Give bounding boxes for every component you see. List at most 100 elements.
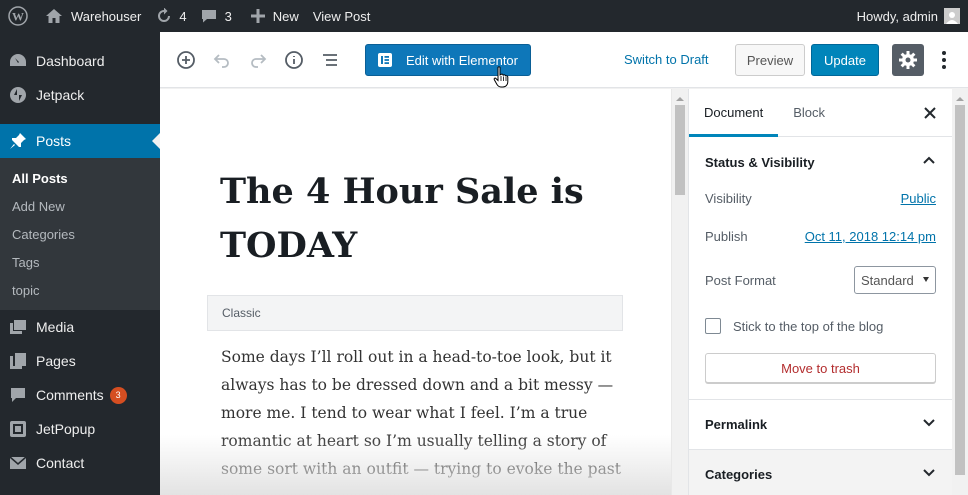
- close-panel-button[interactable]: [922, 105, 938, 121]
- sidebar-item-comments[interactable]: Comments 3: [0, 378, 160, 412]
- sidebar-item-dashboard[interactable]: Dashboard: [0, 44, 160, 78]
- categories-title: Categories: [705, 467, 773, 482]
- new-label: New: [272, 8, 299, 24]
- chevron-down-icon: [923, 469, 935, 477]
- tab-document[interactable]: Document: [689, 89, 779, 137]
- visibility-row: Visibility Public: [689, 185, 952, 211]
- classic-block-toolbar[interactable]: Classic: [207, 295, 623, 331]
- close-icon: [924, 107, 936, 119]
- avatar: [944, 8, 960, 24]
- updates-count: 4: [179, 8, 187, 24]
- settings-sidebar: Document Block Status & Visibility Visib…: [688, 89, 952, 495]
- sidebar-item-contact[interactable]: Contact: [0, 446, 160, 480]
- post-title[interactable]: The 4 Hour Sale is TODAY: [220, 165, 640, 273]
- publish-date-link[interactable]: Oct 11, 2018 12:14 pm: [805, 229, 936, 244]
- admin-sidebar: Dashboard Jetpack Posts All Posts Add Ne…: [0, 32, 160, 495]
- sidebar-item-label: Posts: [36, 133, 72, 149]
- update-button[interactable]: Update: [811, 44, 879, 76]
- scrollbar-thumb[interactable]: [955, 105, 965, 475]
- chevron-up-icon: [923, 156, 935, 164]
- editor-toolbar: Edit with Elementor Switch to Draft Prev…: [160, 32, 968, 88]
- status-visibility-header[interactable]: Status & Visibility: [689, 137, 952, 187]
- gear-icon: [899, 51, 917, 69]
- undo-button[interactable]: [204, 42, 240, 78]
- status-visibility-title: Status & Visibility: [705, 154, 815, 170]
- submenu-add-new[interactable]: Add New: [0, 192, 160, 220]
- media-icon: [8, 317, 28, 337]
- refresh-icon: [158, 8, 171, 22]
- comment-bubble-icon: [201, 10, 216, 23]
- sidebar-item-label: Media: [36, 319, 75, 335]
- jetpopup-icon: [8, 419, 28, 439]
- post-format-row: Post Format Standard: [689, 261, 952, 299]
- visibility-label: Visibility: [705, 190, 752, 206]
- account-menu[interactable]: Howdy, admin: [857, 8, 968, 24]
- pages-icon: [8, 351, 28, 371]
- scroll-up-arrow-icon[interactable]: [676, 93, 684, 101]
- permalink-header[interactable]: Permalink: [689, 400, 952, 450]
- panel-tabs: Document Block: [689, 89, 952, 137]
- classic-label: Classic: [222, 306, 261, 320]
- site-name-link[interactable]: Warehouser: [38, 0, 148, 32]
- sidebar-item-media[interactable]: Media: [0, 310, 160, 344]
- plus-icon: [250, 9, 265, 23]
- content-info-button[interactable]: [276, 42, 312, 78]
- move-to-trash-button[interactable]: Move to trash: [705, 353, 936, 383]
- view-post-link[interactable]: View Post: [306, 0, 378, 32]
- redo-button[interactable]: [240, 42, 276, 78]
- editor-content: The 4 Hour Sale is TODAY Classic Some da…: [160, 89, 671, 495]
- scroll-up-arrow-icon[interactable]: [956, 93, 964, 101]
- jetpack-icon: [8, 85, 28, 105]
- bottom-fade: [160, 435, 671, 495]
- home-icon: [46, 9, 62, 23]
- settings-button[interactable]: [892, 44, 924, 76]
- preview-button[interactable]: Preview: [735, 44, 805, 76]
- info-icon: [285, 50, 303, 69]
- sidebar-item-label: Comments: [36, 387, 104, 403]
- site-name: Warehouser: [71, 8, 142, 24]
- mail-icon: [8, 453, 28, 473]
- sticky-label: Stick to the top of the blog: [733, 318, 884, 334]
- scrollbar-thumb[interactable]: [675, 105, 685, 195]
- updates-link[interactable]: 4: [148, 0, 193, 32]
- submenu-categories[interactable]: Categories: [0, 220, 160, 248]
- sidebar-item-jetpack[interactable]: Jetpack: [0, 78, 160, 112]
- sidebar-item-posts[interactable]: Posts: [0, 124, 160, 158]
- block-navigation-button[interactable]: [312, 42, 348, 78]
- wordpress-logo-icon[interactable]: W: [0, 0, 38, 32]
- plus-circle-icon: [177, 50, 195, 69]
- submenu-all-posts[interactable]: All Posts: [0, 164, 160, 192]
- publish-label: Publish: [705, 228, 748, 244]
- sidebar-item-label: Pages: [36, 353, 76, 369]
- submenu-topic[interactable]: topic: [0, 276, 160, 304]
- vertical-ellipsis-icon: [942, 51, 946, 69]
- panel-scrollbar[interactable]: [952, 89, 968, 495]
- publish-row: Publish Oct 11, 2018 12:14 pm: [689, 211, 952, 261]
- sidebar-item-label: Jetpack: [36, 87, 85, 103]
- sticky-checkbox[interactable]: [705, 318, 721, 334]
- add-block-button[interactable]: [168, 42, 204, 78]
- permalink-title: Permalink: [705, 417, 768, 432]
- comments-badge: 3: [109, 386, 127, 404]
- post-format-value: Standard: [861, 272, 914, 288]
- howdy-label: Howdy, admin: [856, 8, 938, 24]
- hand-cursor-icon: [493, 66, 509, 88]
- comments-link[interactable]: 3: [194, 0, 239, 32]
- comments-icon: [8, 385, 28, 405]
- post-format-select[interactable]: Standard: [854, 266, 936, 294]
- visibility-value-link[interactable]: Public: [901, 191, 936, 206]
- more-menu-button[interactable]: [936, 44, 952, 76]
- sidebar-item-jetpopup[interactable]: JetPopup: [0, 412, 160, 446]
- categories-header[interactable]: Categories: [689, 450, 952, 495]
- sidebar-item-pages[interactable]: Pages: [0, 344, 160, 378]
- sticky-row: Stick to the top of the blog: [689, 299, 952, 353]
- sidebar-item-label: Dashboard: [36, 53, 105, 69]
- dropdown-caret-icon: [923, 277, 929, 285]
- sidebar-item-label: JetPopup: [36, 421, 96, 437]
- content-scrollbar[interactable]: [671, 89, 688, 495]
- new-content-link[interactable]: New: [239, 0, 306, 32]
- submenu-tags[interactable]: Tags: [0, 248, 160, 276]
- tab-block[interactable]: Block: [778, 89, 840, 137]
- switch-to-draft-button[interactable]: Switch to Draft: [624, 52, 709, 67]
- pin-icon: [8, 131, 28, 151]
